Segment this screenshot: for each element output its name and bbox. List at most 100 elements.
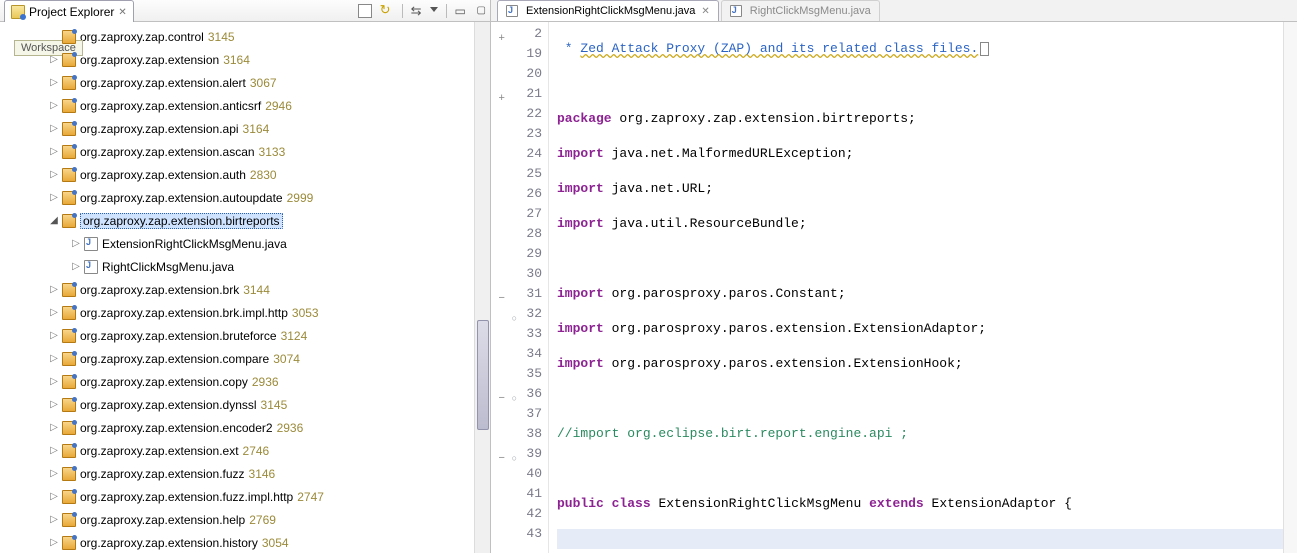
line-number: 19 (491, 44, 542, 64)
fold-toggle-icon[interactable] (495, 388, 505, 398)
package-item[interactable]: org.zaproxy.zap.extension.alert3067 (0, 71, 490, 94)
fold-toggle-icon[interactable] (495, 448, 505, 458)
fold-toggle-icon[interactable] (495, 88, 505, 98)
tree-twist-icon[interactable] (48, 330, 60, 342)
package-item[interactable]: org.zaproxy.zap.extension.brk.impl.http3… (0, 301, 490, 324)
view-menu-icon[interactable] (430, 7, 438, 15)
package-item[interactable]: org.zaproxy.zap.extension.encoder22936 (0, 416, 490, 439)
tree-twist-icon[interactable] (48, 376, 60, 388)
overview-ruler[interactable] (1283, 22, 1297, 553)
item-revision: 3164 (223, 53, 250, 67)
package-item[interactable]: org.zaproxy.zap.extension.history3054 (0, 531, 490, 553)
tree-twist-icon[interactable] (48, 307, 60, 319)
package-item[interactable]: org.zaproxy.zap.extension.dynssl3145 (0, 393, 490, 416)
project-explorer-tab[interactable]: Project Explorer ✕ (4, 0, 134, 22)
annotation-icon (507, 308, 517, 318)
package-icon (62, 53, 76, 67)
tree-twist-icon[interactable] (70, 261, 82, 273)
java-file-icon (506, 5, 518, 17)
tree-twist-icon[interactable] (70, 238, 82, 250)
tree-twist-icon[interactable] (48, 353, 60, 365)
tab-extension-file[interactable]: ExtensionRightClickMsgMenu.java ✕ (497, 0, 719, 21)
line-number: 23 (491, 124, 542, 144)
package-item[interactable]: org.zaproxy.zap.extension.bruteforce3124 (0, 324, 490, 347)
tree-twist-icon[interactable] (48, 123, 60, 135)
tab-rightclick-file[interactable]: RightClickMsgMenu.java (721, 0, 880, 21)
line-number: 42 (491, 504, 542, 524)
tree-twist-icon[interactable] (48, 169, 60, 181)
explorer-title: Project Explorer (29, 5, 114, 19)
line-number: 31 (491, 284, 542, 304)
java-file-icon (84, 260, 98, 274)
package-item[interactable]: org.zaproxy.zap.extension.brk3144 (0, 278, 490, 301)
item-label: org.zaproxy.zap.extension.ext (80, 444, 239, 458)
tree-twist-icon[interactable] (48, 537, 60, 549)
package-item[interactable]: org.zaproxy.zap.extension.birtreports (0, 209, 490, 232)
fold-toggle-icon[interactable] (495, 28, 505, 38)
package-icon (62, 214, 76, 228)
package-icon (62, 398, 76, 412)
item-label: org.zaproxy.zap.extension.ascan (80, 145, 255, 159)
package-item[interactable]: org.zaproxy.zap.extension.fuzz.impl.http… (0, 485, 490, 508)
package-icon (62, 76, 76, 90)
item-label: org.zaproxy.zap.extension.auth (80, 168, 246, 182)
package-item[interactable]: org.zaproxy.zap.extension.ext2746 (0, 439, 490, 462)
package-item[interactable]: org.zaproxy.zap.extension.copy2936 (0, 370, 490, 393)
line-number: 21 (491, 84, 542, 104)
package-icon (62, 283, 76, 297)
item-revision: 2769 (249, 513, 276, 527)
package-item[interactable]: org.zaproxy.zap.extension.api3164 (0, 117, 490, 140)
scrollbar-vertical[interactable] (474, 22, 490, 553)
item-label: org.zaproxy.zap.extension.dynssl (80, 398, 257, 412)
focus-active-icon[interactable]: ⇆ (411, 3, 422, 19)
package-icon (62, 444, 76, 458)
tree-twist-icon[interactable] (48, 422, 60, 434)
item-revision: 2830 (250, 168, 277, 182)
file-item[interactable]: ExtensionRightClickMsgMenu.java (0, 232, 490, 255)
javadoc-comment: * Zed Attack Proxy (ZAP) and its related… (557, 41, 978, 56)
tree-twist-icon[interactable] (48, 77, 60, 89)
package-icon (62, 536, 76, 550)
tree-twist-icon[interactable] (48, 445, 60, 457)
tree-twist-icon[interactable] (48, 399, 60, 411)
package-item[interactable]: org.zaproxy.zap.extension.ascan3133 (0, 140, 490, 163)
item-label: org.zaproxy.zap.extension.compare (80, 352, 269, 366)
package-icon (62, 352, 76, 366)
close-icon[interactable]: ✕ (701, 6, 709, 17)
fold-toggle-icon[interactable] (495, 288, 505, 298)
scrollbar-thumb[interactable] (477, 320, 489, 430)
collapse-all-icon[interactable] (358, 4, 372, 18)
package-item[interactable]: org.zaproxy.zap.extension.compare3074 (0, 347, 490, 370)
tree-twist-icon[interactable] (48, 215, 60, 227)
fold-marker-icon[interactable] (980, 42, 989, 56)
current-line-highlight (557, 529, 1297, 549)
item-label: org.zaproxy.zap.control (80, 30, 204, 44)
package-item[interactable]: org.zaproxy.zap.extension.fuzz3146 (0, 462, 490, 485)
code-editor[interactable]: * Zed Attack Proxy (ZAP) and its related… (549, 22, 1297, 553)
tree-twist-icon[interactable] (48, 491, 60, 503)
tree-twist-icon[interactable] (48, 192, 60, 204)
minimize-icon[interactable] (455, 4, 469, 18)
maximize-icon[interactable]: ▢ (477, 5, 486, 16)
package-item[interactable]: org.zaproxy.zap.extension.anticsrf2946 (0, 94, 490, 117)
close-icon[interactable]: ✕ (118, 7, 126, 18)
item-label: org.zaproxy.zap.extension.fuzz (80, 467, 245, 481)
project-tree[interactable]: org.zaproxy.zap.control3145org.zaproxy.z… (0, 22, 490, 553)
line-number: 43 (491, 524, 542, 544)
package-item[interactable]: org.zaproxy.zap.extension3164 (0, 48, 490, 71)
line-number: 36 (491, 384, 542, 404)
tree-twist-icon[interactable] (48, 100, 60, 112)
separator (446, 4, 447, 18)
tree-twist-icon[interactable] (48, 146, 60, 158)
package-item[interactable]: org.zaproxy.zap.extension.autoupdate2999 (0, 186, 490, 209)
line-number: 27 (491, 204, 542, 224)
tree-twist-icon[interactable] (48, 514, 60, 526)
tree-twist-icon[interactable] (48, 468, 60, 480)
package-item[interactable]: org.zaproxy.zap.extension.help2769 (0, 508, 490, 531)
package-item[interactable]: org.zaproxy.zap.extension.auth 2830 (0, 163, 490, 186)
line-number: 32 (491, 304, 542, 324)
link-editor-icon[interactable] (380, 4, 394, 18)
tree-twist-icon[interactable] (48, 284, 60, 296)
file-item[interactable]: RightClickMsgMenu.java (0, 255, 490, 278)
line-number: 2 (491, 24, 542, 44)
